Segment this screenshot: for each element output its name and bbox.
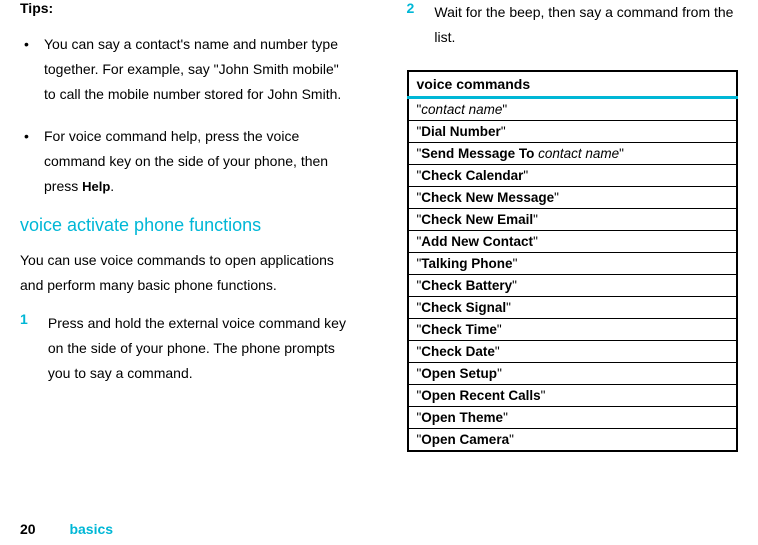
table-row: "Check Signal" [408,297,738,319]
table-row: "Check Calendar" [408,165,738,187]
help-menu-label: Help [82,179,110,194]
bullet-item: For voice command help, press the voice … [44,124,352,200]
intro-paragraph: You can use voice commands to open appli… [20,248,352,298]
command-cell: "Check New Message" [408,187,738,209]
table-row: "Check Battery" [408,275,738,297]
bullet-item: You can say a contact's name and number … [44,32,352,108]
command-cell: "Open Recent Calls" [408,385,738,407]
table-row: "Talking Phone" [408,253,738,275]
table-header: voice commands [408,71,738,98]
table-row: "Add New Contact" [408,231,738,253]
table-row: "Check New Message" [408,187,738,209]
footer-section-label: basics [69,521,113,537]
step-number: 1 [20,311,44,327]
command-cell: "Check Time" [408,319,738,341]
step-1: 1 Press and hold the external voice comm… [20,311,352,387]
command-cell: "Check New Email" [408,209,738,231]
step-text: Press and hold the external voice comman… [48,311,352,387]
table-row: "Open Recent Calls" [408,385,738,407]
table-row: "Open Setup" [408,363,738,385]
page-number: 20 [20,521,36,537]
table-row: "Send Message To contact name" [408,143,738,165]
command-cell: "Send Message To contact name" [408,143,738,165]
step-2: 2 Wait for the beep, then say a command … [407,0,739,50]
voice-commands-table: voice commands "contact name""Dial Numbe… [407,70,739,452]
command-cell: "Add New Contact" [408,231,738,253]
table-row: "Check Date" [408,341,738,363]
step-text: Wait for the beep, then say a command fr… [434,0,738,50]
command-cell: "Check Calendar" [408,165,738,187]
command-cell: "Check Date" [408,341,738,363]
command-cell: "Talking Phone" [408,253,738,275]
table-row: "Open Theme" [408,407,738,429]
command-cell: "Open Theme" [408,407,738,429]
command-cell: "Check Battery" [408,275,738,297]
step-number: 2 [407,0,431,16]
table-row: "Open Camera" [408,429,738,452]
section-heading: voice activate phone functions [20,215,352,236]
table-row: "Check Time" [408,319,738,341]
tips-bullet-list: You can say a contact's name and number … [20,32,352,199]
command-cell: "Dial Number" [408,121,738,143]
page-footer: 20 basics [20,521,113,537]
command-cell: "contact name" [408,98,738,121]
table-row: "Check New Email" [408,209,738,231]
command-cell: "Open Camera" [408,429,738,452]
bullet-suffix: . [110,178,114,194]
command-cell: "Open Setup" [408,363,738,385]
table-row: "contact name" [408,98,738,121]
table-row: "Dial Number" [408,121,738,143]
tips-label: Tips: [20,0,352,16]
command-cell: "Check Signal" [408,297,738,319]
